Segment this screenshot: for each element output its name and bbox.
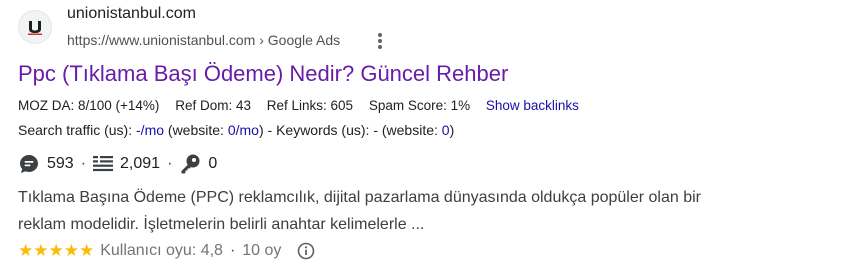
keys-stat[interactable]: 0 xyxy=(179,153,217,175)
rating-votes: 10 oy xyxy=(242,242,282,259)
list-lines-icon xyxy=(93,156,114,172)
snippet-line: reklam modelidir. İşletmelerin belirli a… xyxy=(18,216,425,233)
kebab-menu-icon[interactable] xyxy=(373,29,387,51)
breadcrumb-ads: Google Ads xyxy=(267,32,341,48)
snippet-line: Tıklama Başına Ödeme (PPC) reklamcılık, … xyxy=(18,189,701,206)
keywords-label: - Keywords (us): - (website: xyxy=(263,122,442,138)
site-url-breadcrumb[interactable]: https://www.unionistanbul.com › Google A… xyxy=(67,31,340,49)
comments-count: 593 xyxy=(47,155,74,172)
pages-count: 2,091 xyxy=(120,155,161,172)
star-rating-icon: ★★★★★ xyxy=(18,241,95,260)
stat-separator: · xyxy=(80,155,87,172)
moz-spam-score: Spam Score: 1% xyxy=(368,98,471,113)
moz-da: MOZ DA: 8/100 (+14%) xyxy=(18,98,160,113)
key-icon xyxy=(181,154,200,174)
moz-metrics-bar: MOZ DA: 8/100 (+14%) Ref Dom: 43 Ref Lin… xyxy=(18,97,579,115)
traffic-label: Search traffic (us): xyxy=(18,122,137,138)
traffic-website-link[interactable]: 0/mo xyxy=(228,122,259,138)
stat-separator: · xyxy=(167,155,173,172)
link-stats-bar: 593 · 2,091 · 0 xyxy=(18,153,217,175)
keywords-website-link[interactable]: 0 xyxy=(442,122,450,138)
site-header[interactable]: unionistanbul.com https://www.unionistan… xyxy=(18,4,618,49)
info-circle-icon[interactable] xyxy=(297,242,315,260)
traffic-value-link[interactable]: -/mo xyxy=(136,122,164,138)
keys-count: 0 xyxy=(208,155,218,172)
site-url: https://www.unionistanbul.com xyxy=(67,32,256,48)
site-name[interactable]: unionistanbul.com xyxy=(67,4,196,24)
rating-row: ★★★★★ Kullanıcı oyu: 4,8 · 10 oy xyxy=(18,240,315,262)
rating-separator: · xyxy=(229,242,236,259)
breadcrumb-separator: › xyxy=(259,32,264,48)
moz-ref-links: Ref Links: 605 xyxy=(266,98,354,113)
search-traffic-bar: Search traffic (us): -/mo (website: 0/mo… xyxy=(18,121,454,139)
traffic-website-open: (website: xyxy=(164,122,228,138)
site-favicon[interactable] xyxy=(18,10,52,44)
comments-stat[interactable]: 593 xyxy=(18,153,74,175)
comment-bubble-icon xyxy=(20,155,38,173)
unionistanbul-logo-icon xyxy=(28,21,42,35)
keywords-close: ) xyxy=(449,122,455,138)
rating-text: Kullanıcı oyu: 4,8 xyxy=(100,242,223,259)
result-title-link[interactable]: Ppc (Tıklama Başı Ödeme) Nedir? Güncel R… xyxy=(18,60,508,88)
pages-stat[interactable]: 2,091 xyxy=(93,153,160,175)
moz-ref-dom: Ref Dom: 43 xyxy=(175,98,251,113)
show-backlinks-link[interactable]: Show backlinks xyxy=(486,98,579,113)
result-snippet: Tıklama Başına Ödeme (PPC) reklamcılık, … xyxy=(18,184,818,238)
